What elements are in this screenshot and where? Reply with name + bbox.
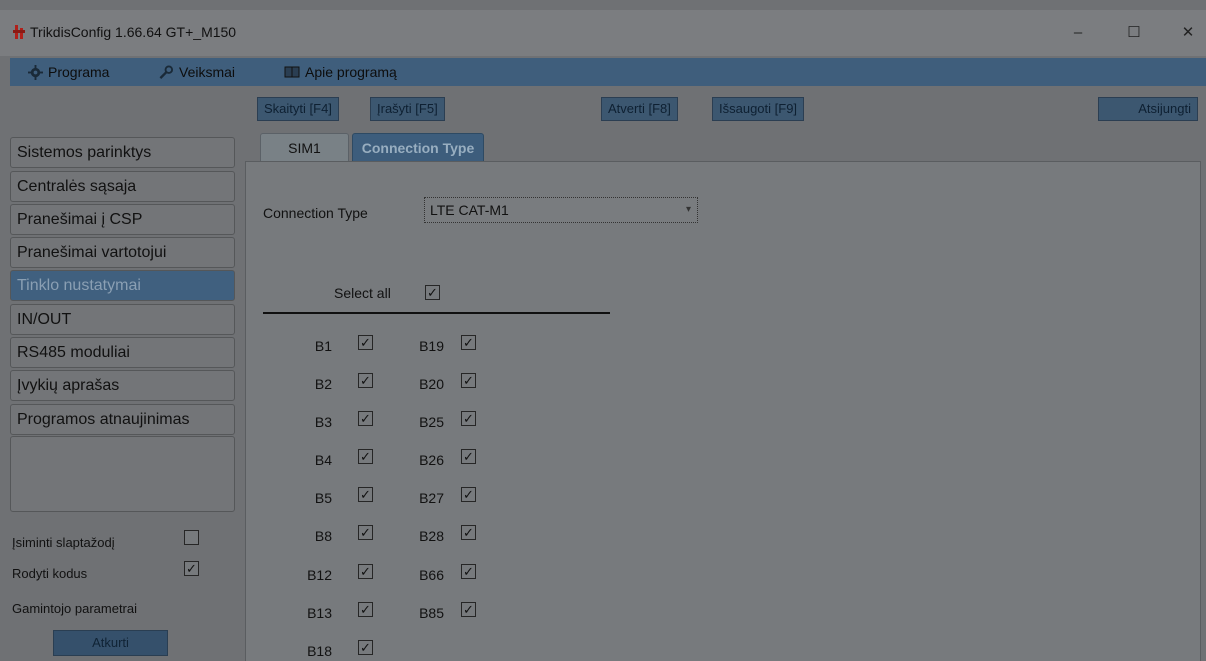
band-label-b3: B3 <box>314 414 332 430</box>
read-button[interactable]: Skaityti [F4] <box>257 97 339 121</box>
show-codes-checkbox[interactable]: ✓ <box>184 561 199 576</box>
menu-bar: Programa Veiksmai Apie programą <box>10 58 1206 86</box>
band-checkbox-b20[interactable]: ✓ <box>461 373 476 388</box>
wrench-icon <box>159 64 174 79</box>
band-label-b5: B5 <box>314 490 332 506</box>
band-label-b85: B85 <box>419 605 444 621</box>
sidebar-item-centrales-sasaja[interactable]: Centralės sąsaja <box>10 171 235 202</box>
select-all-label: Select all <box>334 285 391 301</box>
band-checkbox-b85[interactable]: ✓ <box>461 602 476 617</box>
menu-programa[interactable]: Programa <box>28 58 109 86</box>
band-checkbox-b27[interactable]: ✓ <box>461 487 476 502</box>
restore-button[interactable]: Atkurti <box>53 630 168 656</box>
sidebar-item-pranesimai-csp[interactable]: Pranešimai į CSP <box>10 204 235 235</box>
band-checkbox-b19[interactable]: ✓ <box>461 335 476 350</box>
band-label-b1: B1 <box>314 338 332 354</box>
band-checkbox-b5[interactable]: ✓ <box>358 487 373 502</box>
band-checkbox-b3[interactable]: ✓ <box>358 411 373 426</box>
band-label-b20: B20 <box>419 376 444 392</box>
band-checkbox-b18[interactable]: ✓ <box>358 640 373 655</box>
band-checkbox-b28[interactable]: ✓ <box>461 525 476 540</box>
connection-type-select[interactable]: LTE CAT-M1 <box>424 197 698 223</box>
sidebar-item-in-out[interactable]: IN/OUT <box>10 304 235 335</box>
write-button[interactable]: Įrašyti [F5] <box>370 97 445 121</box>
band-checkbox-b2[interactable]: ✓ <box>358 373 373 388</box>
disconnect-button[interactable]: Atsijungti <box>1098 97 1198 121</box>
show-codes-label: Rodyti kodus <box>12 566 88 581</box>
band-checkbox-b12[interactable]: ✓ <box>358 564 373 579</box>
band-label-b4: B4 <box>314 452 332 468</box>
menu-programa-label: Programa <box>48 64 110 80</box>
maximize-button[interactable]: ☐ <box>1116 20 1152 46</box>
band-label-b27: B27 <box>419 490 444 506</box>
gear-icon <box>28 64 43 80</box>
chevron-down-icon: ▾ <box>686 204 692 215</box>
band-checkbox-b13[interactable]: ✓ <box>358 602 373 617</box>
band-checkbox-b25[interactable]: ✓ <box>461 411 476 426</box>
band-label-b12: B12 <box>307 567 332 583</box>
band-checkbox-b1[interactable]: ✓ <box>358 335 373 350</box>
band-label-b8: B8 <box>314 528 332 544</box>
menu-veiksmai[interactable]: Veiksmai <box>158 58 235 86</box>
band-checkbox-b4[interactable]: ✓ <box>358 449 373 464</box>
band-label-b13: B13 <box>307 605 332 621</box>
main-panel <box>245 161 1201 661</box>
app-logo-icon <box>13 25 25 39</box>
sidebar-item-programos-atnaujinimas[interactable]: Programos atnaujinimas <box>10 404 235 435</box>
info-book-icon <box>284 66 300 78</box>
band-label-b25: B25 <box>419 414 444 430</box>
sidebar-item-pranesimai-vartotojui[interactable]: Pranešimai vartotojui <box>10 237 235 268</box>
sidebar-empty-area <box>10 436 235 512</box>
connection-type-label: Connection Type <box>263 205 368 221</box>
remember-password-label: Įsiminti slaptažodį <box>12 535 115 550</box>
save-button[interactable]: Išsaugoti [F9] <box>712 97 805 121</box>
band-label-b66: B66 <box>419 567 444 583</box>
band-label-b2: B2 <box>314 376 332 392</box>
band-label-b26: B26 <box>419 452 444 468</box>
band-label-b19: B19 <box>419 338 444 354</box>
band-checkbox-b66[interactable]: ✓ <box>461 564 476 579</box>
factory-params-label: Gamintojo parametrai <box>12 601 137 616</box>
open-button[interactable]: Atverti [F8] <box>601 97 678 121</box>
tab-connection-type[interactable]: Connection Type <box>352 133 484 162</box>
band-label-b18: B18 <box>307 643 332 659</box>
divider <box>263 312 610 314</box>
sidebar-item-tinklo-nustatymai[interactable]: Tinklo nustatymai <box>10 270 235 301</box>
menu-apie[interactable]: Apie programą <box>284 58 397 86</box>
menu-apie-label: Apie programą <box>305 64 397 80</box>
band-checkbox-b8[interactable]: ✓ <box>358 525 373 540</box>
sidebar-item-sistemos-parinktys[interactable]: Sistemos parinktys <box>10 137 235 168</box>
window-title: TrikdisConfig 1.66.64 GT+_M150 <box>30 24 237 40</box>
band-label-b28: B28 <box>419 528 444 544</box>
sidebar-item-rs485-moduliai[interactable]: RS485 moduliai <box>10 337 235 368</box>
tab-sim1[interactable]: SIM1 <box>260 133 349 162</box>
remember-password-checkbox[interactable] <box>184 530 199 545</box>
close-button[interactable]: ✕ <box>1170 20 1206 46</box>
band-checkbox-b26[interactable]: ✓ <box>461 449 476 464</box>
minimize-button[interactable]: – <box>1060 20 1096 46</box>
menu-veiksmai-label: Veiksmai <box>179 64 236 80</box>
sidebar-item-ivykiu-aprasas[interactable]: Įvykių aprašas <box>10 370 235 401</box>
select-all-checkbox[interactable]: ✓ <box>425 285 440 300</box>
